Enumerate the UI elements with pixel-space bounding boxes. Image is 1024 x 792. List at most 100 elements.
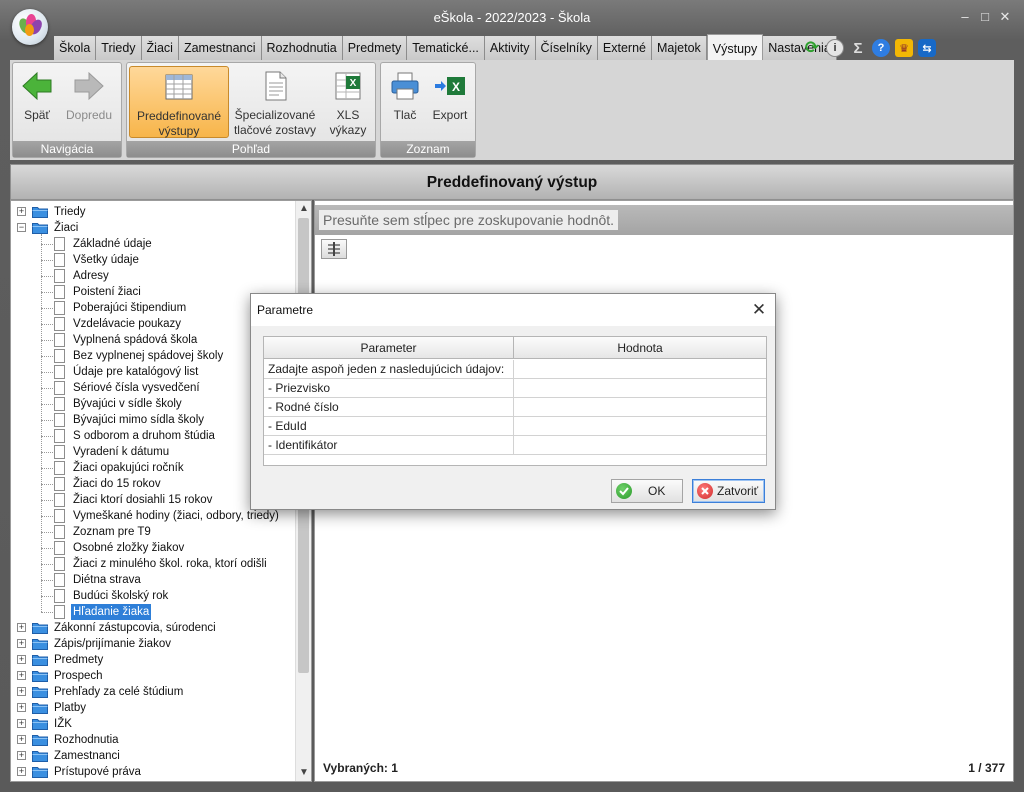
predefined-outputs-button[interactable]: Preddefinované výstupy: [129, 66, 229, 138]
expand-icon[interactable]: +: [17, 671, 26, 680]
parameter-value-cell[interactable]: [514, 398, 766, 417]
tree-item-label: Osobné zložky žiakov: [73, 542, 185, 554]
tab-9[interactable]: Externé: [597, 36, 652, 60]
dialog-close-icon[interactable]: ✕: [749, 300, 769, 320]
minimize-button[interactable]: –: [957, 10, 973, 24]
parameter-row[interactable]: - Rodné číslo: [264, 398, 766, 417]
crown-icon[interactable]: ♛: [895, 39, 913, 57]
parameter-value-cell[interactable]: [514, 436, 766, 455]
tab-7[interactable]: Aktivity: [484, 36, 536, 60]
forward-label: Dopredu: [65, 108, 113, 122]
forward-button[interactable]: Dopredu: [61, 66, 117, 140]
report-document-icon: [54, 557, 65, 571]
column-chooser-button[interactable]: [321, 239, 347, 259]
column-header-parameter[interactable]: Parameter: [264, 337, 514, 359]
tab-5[interactable]: Predmety: [342, 36, 408, 60]
sigma-icon[interactable]: Σ: [849, 39, 867, 57]
parameter-name-cell: - Identifikátor: [264, 436, 514, 455]
tree-folder-label: Triedy: [54, 206, 86, 218]
expand-icon[interactable]: +: [17, 687, 26, 696]
parameter-row[interactable]: - Identifikátor: [264, 436, 766, 455]
dialog-title: Parametre: [251, 294, 775, 326]
close-x-icon: [697, 483, 713, 499]
table-icon: [163, 71, 195, 103]
ribbon-group-list: Tlač X Export Zoznam: [380, 62, 476, 158]
folder-icon: [32, 686, 48, 698]
tab-8[interactable]: Číselníky: [535, 36, 598, 60]
help-icon[interactable]: ?: [872, 39, 890, 57]
report-document-icon: [54, 605, 65, 619]
tab-0[interactable]: Škola: [54, 36, 97, 60]
tree-folder-label: Prehľady za celé štúdium: [54, 686, 184, 698]
group-label-navigation: Navigácia: [13, 141, 121, 157]
xls-reports-button[interactable]: X XLS výkazy: [323, 66, 373, 140]
tree-item-label: Adresy: [73, 270, 109, 282]
print-label: Tlač: [393, 108, 417, 122]
back-button[interactable]: Späť: [17, 66, 57, 140]
expand-icon[interactable]: +: [17, 623, 26, 632]
expand-icon[interactable]: +: [17, 655, 26, 664]
ok-label: OK: [648, 484, 666, 498]
tree-item-label: Bývajúci mimo sídla školy: [73, 414, 205, 426]
arrow-right-icon: [73, 70, 105, 102]
report-document-icon: [54, 253, 65, 267]
expand-icon[interactable]: +: [17, 735, 26, 744]
expand-icon[interactable]: +: [17, 207, 26, 216]
parameter-value-cell[interactable]: [514, 379, 766, 398]
expand-icon[interactable]: +: [17, 767, 26, 776]
tree-item-label: Žiaci z minulého škol. roka, ktorí odišl…: [73, 558, 267, 570]
expand-icon[interactable]: +: [17, 639, 26, 648]
scroll-down-icon[interactable]: ▼: [296, 765, 311, 781]
refresh-icon[interactable]: ⟳: [803, 38, 821, 57]
close-window-button[interactable]: ✕: [997, 10, 1013, 24]
export-button[interactable]: X Export: [427, 66, 473, 140]
tree-folder-label: Prospech: [54, 670, 103, 682]
tab-10[interactable]: Majetok: [652, 36, 707, 60]
report-document-icon: [54, 333, 65, 347]
folder-icon: [32, 654, 48, 666]
tab-11[interactable]: Výstupy: [706, 34, 764, 60]
parameter-name-cell: - EduId: [264, 417, 514, 436]
tree-item-label: S odborom a druhom štúdia: [73, 430, 215, 442]
maximize-button[interactable]: □: [977, 10, 993, 24]
tree-connector-line: [41, 234, 42, 612]
report-document-icon: [54, 413, 65, 427]
tree-folder-label: IŽK: [54, 718, 72, 730]
group-by-bar[interactable]: Presuňte sem stĺpec pre zoskupovanie hod…: [315, 205, 1013, 235]
scroll-up-icon[interactable]: ▲: [296, 201, 311, 217]
tree-folder-label: Zápis/prijímanie žiakov: [54, 638, 171, 650]
column-header-value[interactable]: Hodnota: [514, 337, 766, 359]
toolbar-icons: ⟳ i Σ ? ♛ ⇆: [798, 36, 936, 60]
folder-icon: [32, 750, 48, 762]
tree-folder-label: Rozhodnutia: [54, 734, 119, 746]
close-button[interactable]: Zatvoriť: [692, 479, 765, 503]
folder-icon: [32, 222, 48, 234]
folder-icon: [32, 766, 48, 778]
print-button[interactable]: Tlač: [385, 66, 425, 140]
parameter-row[interactable]: - Priezvisko: [264, 379, 766, 398]
tab-2[interactable]: Žiaci: [141, 36, 179, 60]
title-bar: eŠkola - 2022/2023 - Škola – □ ✕: [0, 0, 1024, 45]
parameter-value-cell[interactable]: [514, 417, 766, 436]
tab-3[interactable]: Zamestnanci: [178, 36, 262, 60]
tree-item-label: Bývajúci v sídle školy: [73, 398, 182, 410]
specialized-reports-label-1: Špecializované: [234, 108, 316, 122]
expand-icon[interactable]: +: [17, 751, 26, 760]
tab-1[interactable]: Triedy: [96, 36, 142, 60]
expand-icon[interactable]: +: [17, 703, 26, 712]
teamviewer-icon[interactable]: ⇆: [918, 39, 936, 57]
info-icon[interactable]: i: [826, 39, 844, 57]
expand-icon[interactable]: +: [17, 719, 26, 728]
report-document-icon: [54, 317, 65, 331]
specialized-reports-button[interactable]: Špecializované tlačové zostavy: [233, 66, 317, 140]
tab-6[interactable]: Tematické...: [407, 36, 485, 60]
parameter-value-cell[interactable]: [514, 360, 766, 379]
tab-4[interactable]: Rozhodnutia: [261, 36, 343, 60]
parameter-row[interactable]: Zadajte aspoň jeden z nasledujúcich údaj…: [264, 360, 766, 379]
selected-count: Vybraných: 1: [323, 761, 398, 775]
collapse-icon[interactable]: −: [17, 223, 26, 232]
ok-button[interactable]: OK: [611, 479, 683, 503]
app-window: eŠkola - 2022/2023 - Škola – □ ✕ Škola Tr…: [0, 0, 1024, 792]
report-document-icon: [54, 493, 65, 507]
parameter-row[interactable]: - EduId: [264, 417, 766, 436]
